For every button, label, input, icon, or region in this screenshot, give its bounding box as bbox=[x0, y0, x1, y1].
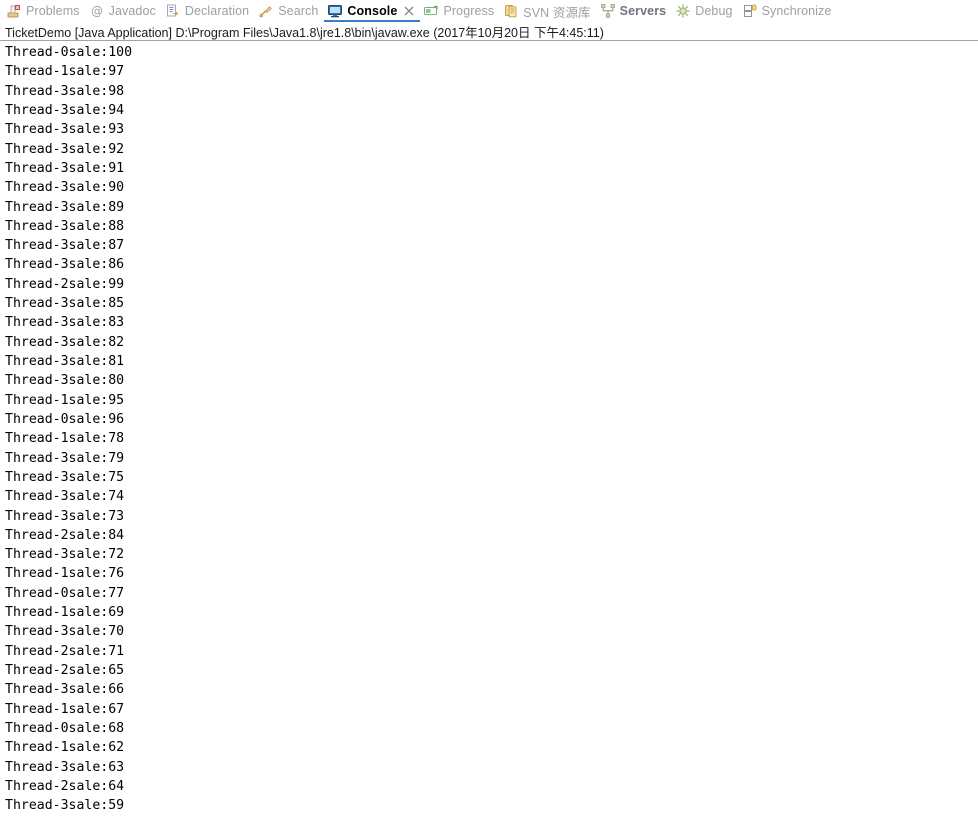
console-line: Thread-2sale:64 bbox=[5, 778, 125, 794]
console-line: Thread-3sale:72 bbox=[5, 547, 125, 563]
launch-configuration-line: TicketDemo [Java Application] D:\Program… bbox=[0, 22, 978, 40]
debug-icon bbox=[675, 3, 691, 19]
console-output-area[interactable]: Thread-0sale:100 Thread-1sale:97 Thread-3s… bbox=[0, 41, 978, 818]
console-line: Thread-3sale:74 bbox=[5, 489, 125, 505]
console-line: Thread-3sale:82 bbox=[5, 334, 125, 350]
console-line: Thread-3sale:91 bbox=[5, 160, 125, 176]
console-line: Thread-1sale:78 bbox=[5, 431, 125, 447]
tab-search[interactable]: Search bbox=[255, 0, 324, 22]
tab-label: Javadoc bbox=[108, 4, 156, 18]
console-line: Thread-1sale:97 bbox=[5, 64, 125, 80]
console-line: Thread-3sale:85 bbox=[5, 296, 125, 312]
console-line: Thread-3sale:70 bbox=[5, 624, 125, 640]
console-line: Thread-2sale:99 bbox=[5, 276, 125, 292]
declaration-icon bbox=[165, 3, 181, 19]
progress-icon bbox=[423, 3, 439, 19]
tab-label: SVN 资源库 bbox=[523, 5, 591, 20]
tab-label: Debug bbox=[695, 4, 733, 18]
console-line: Thread-1sale:95 bbox=[5, 392, 125, 408]
console-line: Thread-2sale:84 bbox=[5, 527, 125, 543]
tab-servers[interactable]: Servers bbox=[597, 0, 673, 22]
problems-icon bbox=[6, 3, 22, 19]
tab-debug[interactable]: Debug bbox=[672, 0, 738, 22]
console-line: Thread-3sale:92 bbox=[5, 141, 125, 157]
tab-label: Progress bbox=[443, 4, 495, 18]
tab-label: Declaration bbox=[184, 4, 250, 18]
console-line: Thread-2sale:71 bbox=[5, 643, 125, 659]
close-icon[interactable] bbox=[403, 6, 414, 17]
console-line: Thread-1sale:76 bbox=[5, 566, 125, 582]
console-line: Thread-0sale:77 bbox=[5, 585, 125, 601]
tab-synchronize[interactable]: Synchronize bbox=[739, 0, 838, 22]
console-line: Thread-3sale:90 bbox=[5, 180, 125, 196]
console-line: Thread-3sale:80 bbox=[5, 373, 125, 389]
svg-text:@: @ bbox=[91, 4, 103, 18]
console-line: Thread-3sale:93 bbox=[5, 122, 125, 138]
tab-label: Servers bbox=[619, 4, 667, 18]
console-line: Thread-3sale:87 bbox=[5, 238, 125, 254]
synchronize-icon bbox=[742, 3, 758, 19]
tab-problems[interactable]: Problems bbox=[3, 0, 86, 22]
console-icon bbox=[327, 3, 343, 19]
tab-javadoc[interactable]: @ Javadoc bbox=[86, 0, 162, 22]
console-line: Thread-0sale:68 bbox=[5, 720, 125, 736]
javadoc-icon: @ bbox=[89, 3, 105, 19]
console-line: Thread-3sale:73 bbox=[5, 508, 125, 524]
svn-repository-icon bbox=[503, 3, 519, 19]
console-line: Thread-3sale:89 bbox=[5, 199, 125, 215]
console-line: Thread-0sale:96 bbox=[5, 411, 125, 427]
view-tab-bar: Problems @ Javadoc Declaration Search Console… bbox=[0, 0, 978, 22]
tab-console[interactable]: Console bbox=[324, 0, 421, 22]
console-line: Thread-3sale:79 bbox=[5, 450, 125, 466]
console-line: Thread-3sale:98 bbox=[5, 83, 125, 99]
console-line: Thread-3sale:94 bbox=[5, 102, 125, 118]
tab-label: Problems bbox=[26, 4, 80, 18]
launch-configuration-text: TicketDemo [Java Application] D:\Program… bbox=[5, 25, 604, 40]
console-line: Thread-3sale:86 bbox=[5, 257, 125, 273]
console-line: Thread-3sale:59 bbox=[5, 798, 125, 814]
search-icon bbox=[258, 3, 274, 19]
tab-label: Synchronize bbox=[761, 4, 832, 18]
console-line: Thread-1sale:62 bbox=[5, 740, 125, 756]
console-line: Thread-0sale:100 bbox=[5, 45, 133, 60]
servers-icon bbox=[600, 3, 616, 19]
console-line: Thread-3sale:83 bbox=[5, 315, 125, 331]
console-line: Thread-3sale:88 bbox=[5, 218, 125, 234]
tab-svn[interactable]: SVN 资源库 bbox=[500, 0, 596, 22]
console-line: Thread-3sale:75 bbox=[5, 469, 125, 485]
console-line: Thread-3sale:81 bbox=[5, 354, 125, 369]
console-line: Thread-2sale:65 bbox=[5, 663, 125, 678]
tab-label: Console bbox=[347, 4, 398, 18]
console-line: Thread-3sale:66 bbox=[5, 682, 125, 698]
tab-progress[interactable]: Progress bbox=[420, 0, 500, 22]
console-line: Thread-1sale:69 bbox=[5, 605, 125, 621]
console-line: Thread-3sale:63 bbox=[5, 759, 125, 775]
tab-label: Search bbox=[278, 4, 319, 18]
tab-declaration[interactable]: Declaration bbox=[162, 0, 255, 22]
console-line: Thread-1sale:67 bbox=[5, 701, 125, 717]
